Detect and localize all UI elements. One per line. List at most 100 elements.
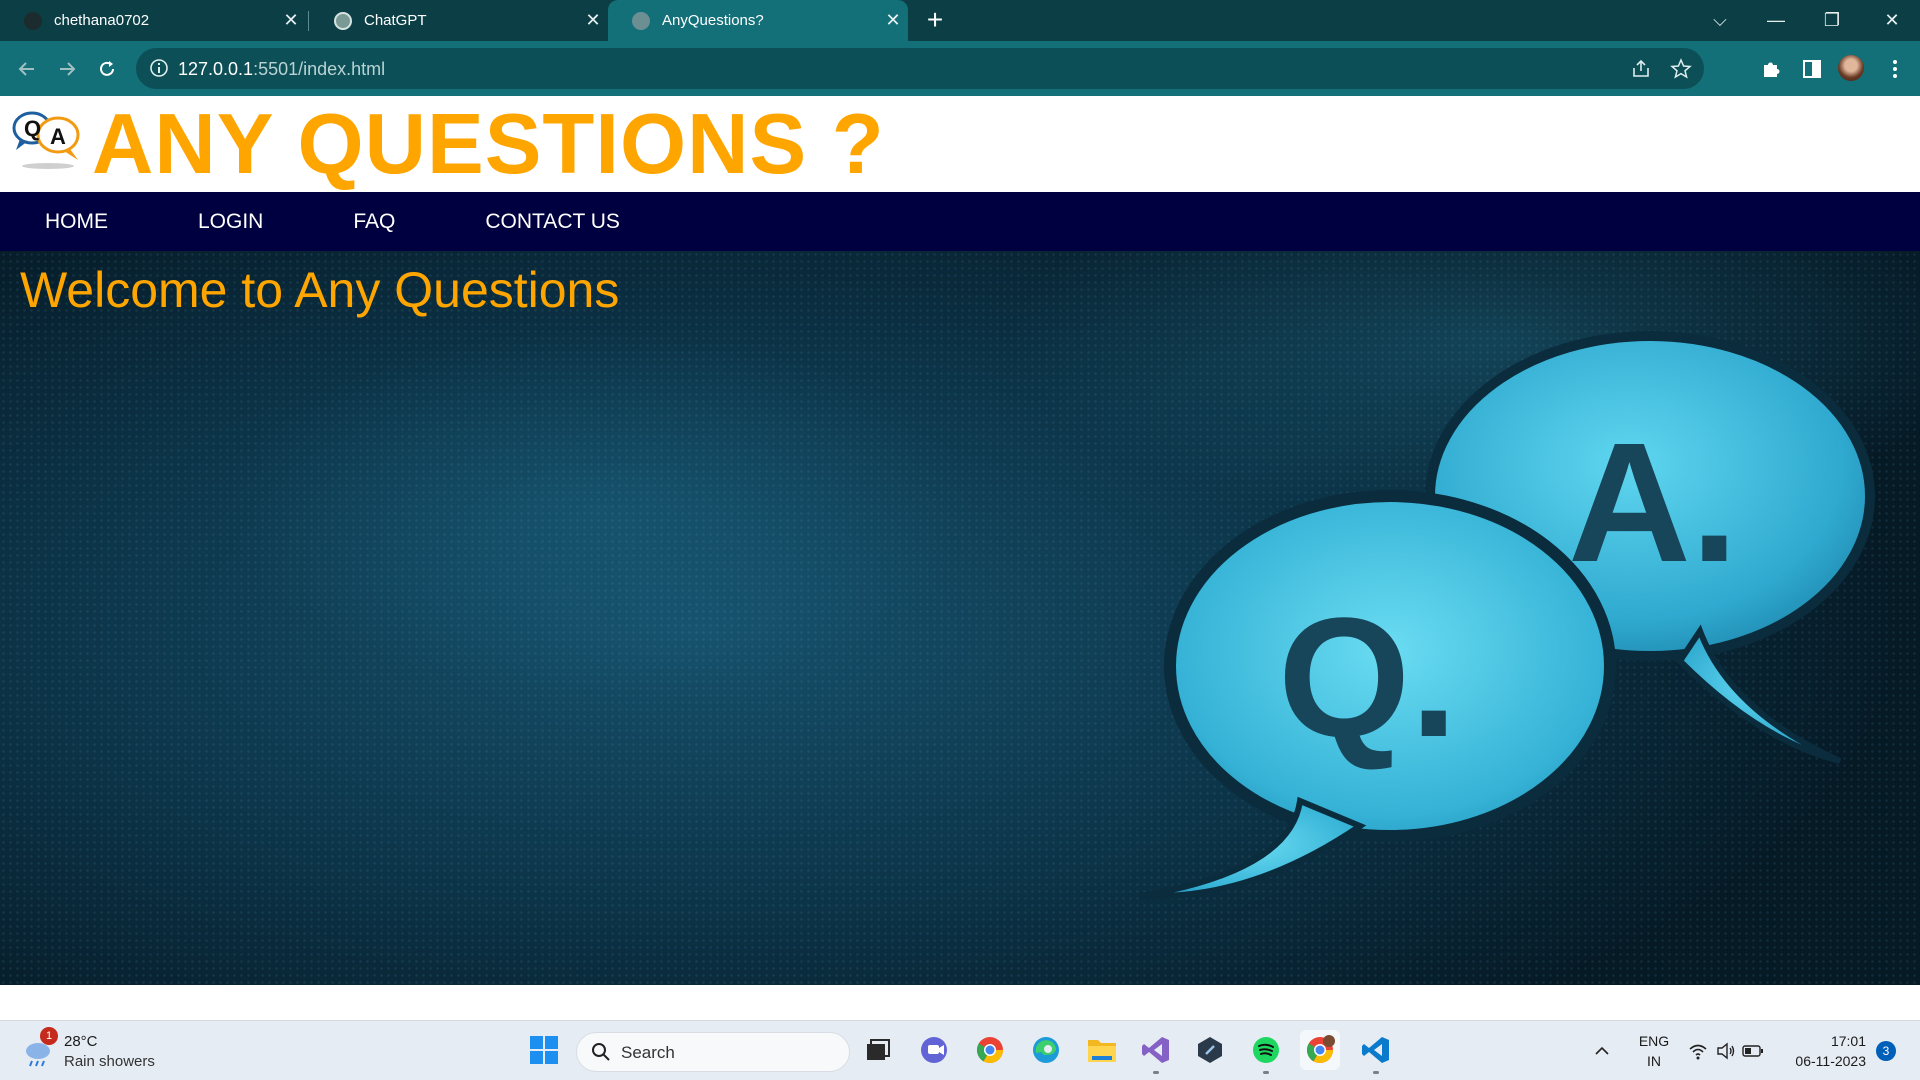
weather-alert-badge: 1 — [40, 1027, 58, 1045]
url-path: :5501/index.html — [253, 59, 386, 79]
profile-avatar[interactable] — [1838, 55, 1864, 81]
search-label: Search — [621, 1043, 675, 1062]
notification-badge[interactable]: 3 — [1876, 1041, 1896, 1061]
spotify-icon — [1253, 1037, 1279, 1063]
nav-login[interactable]: LOGIN — [153, 210, 308, 234]
reload-button[interactable] — [90, 52, 124, 86]
site-title: ANY QUESTIONS ? — [92, 97, 885, 192]
language-code: ENG — [1638, 1033, 1670, 1049]
tab-search-chevron-icon[interactable]: ⌵ — [1692, 0, 1748, 41]
close-icon[interactable]: ✕ — [878, 10, 908, 31]
teams-button[interactable] — [914, 1030, 954, 1070]
page-footer-space — [0, 985, 1920, 1020]
question-letter: Q. — [1278, 583, 1457, 773]
close-icon[interactable]: ✕ — [276, 10, 306, 31]
visual-studio-button[interactable] — [1136, 1030, 1176, 1074]
tab-title: ChatGPT — [364, 12, 427, 29]
browser-tab-strip: chethana0702 ✕ ChatGPT ✕ AnyQuestions? ✕… — [0, 0, 1920, 41]
clock-date: 06-11-2023 — [1795, 1053, 1866, 1069]
region-code: IN — [1647, 1053, 1661, 1069]
clock-time: 17:01 — [1830, 1033, 1866, 1049]
vscode-button[interactable] — [1356, 1030, 1396, 1074]
restore-button[interactable]: ❐ — [1804, 0, 1860, 41]
qa-speech-bubbles-image: A. Q. — [1139, 331, 1875, 900]
chatgpt-icon — [334, 11, 352, 30]
puzzle-icon — [1764, 62, 1780, 77]
github-icon — [24, 11, 42, 30]
language-indicator[interactable]: ENG IN — [1634, 1021, 1674, 1080]
url-host: 127.0.0.1 — [178, 59, 254, 79]
forward-arrow-icon — [60, 62, 76, 76]
wifi-icon — [1689, 1044, 1707, 1060]
nav-home[interactable]: HOME — [0, 210, 153, 234]
nav-contact-us[interactable]: CONTACT US — [440, 210, 665, 234]
new-tab-button[interactable]: + — [918, 5, 952, 37]
close-window-button[interactable]: ✕ — [1864, 0, 1920, 41]
browser-menu-button[interactable] — [1880, 54, 1910, 84]
volume-icon — [1717, 1042, 1735, 1060]
side-panel-button[interactable] — [1797, 54, 1827, 84]
start-button[interactable] — [524, 1030, 564, 1070]
bookmark-star-icon[interactable] — [1670, 58, 1692, 80]
tab-separator — [308, 11, 309, 31]
weather-temperature: 28°C — [64, 1033, 98, 1050]
nav-faq[interactable]: FAQ — [308, 210, 440, 234]
reload-icon — [100, 61, 114, 76]
back-button[interactable] — [10, 52, 44, 86]
tab-anyquestions[interactable]: AnyQuestions? ✕ — [608, 0, 908, 41]
hero-banner: Welcome to Any Questions A. Q. — [0, 251, 1920, 985]
tab-title: chethana0702 — [54, 12, 150, 29]
tab-chatgpt[interactable]: ChatGPT ✕ — [310, 0, 608, 41]
file-explorer-icon — [1088, 1040, 1116, 1062]
task-view-button[interactable] — [858, 1030, 898, 1070]
start-icon — [530, 1036, 558, 1064]
taskbar-clock[interactable]: 17:01 06-11-2023 — [1786, 1031, 1866, 1071]
extensions-button[interactable] — [1756, 54, 1786, 84]
app-icon — [1198, 1037, 1222, 1063]
site-header: Q A ANY QUESTIONS ? — [0, 96, 1920, 192]
share-icon[interactable] — [1630, 58, 1652, 80]
minimize-button[interactable]: — — [1748, 0, 1804, 41]
weather-widget[interactable]: 1 28°C Rain showers — [22, 1027, 162, 1073]
chevron-up-icon — [1595, 1046, 1609, 1055]
qa-logo-icon: Q A — [12, 111, 80, 169]
side-panel-icon — [1803, 60, 1821, 78]
address-bar[interactable]: 127.0.0.1:5501/index.html — [136, 48, 1704, 89]
tab-chethana0702[interactable]: chethana0702 ✕ — [0, 0, 306, 41]
spotify-button[interactable] — [1246, 1030, 1286, 1074]
quick-settings-button[interactable] — [1684, 1021, 1764, 1080]
kebab-menu-icon — [1893, 60, 1897, 78]
answer-letter: A. — [1568, 408, 1738, 598]
site-info-icon[interactable] — [148, 57, 170, 79]
show-hidden-icons-button[interactable] — [1590, 1021, 1614, 1080]
edge-icon — [1033, 1037, 1059, 1063]
battery-icon — [1742, 1045, 1763, 1057]
welcome-heading: Welcome to Any Questions — [20, 262, 620, 318]
taskbar-search[interactable]: Search — [576, 1032, 850, 1072]
globe-icon — [632, 11, 650, 30]
task-view-icon — [867, 1039, 890, 1060]
chrome-profile-button[interactable] — [1300, 1030, 1340, 1070]
file-explorer-button[interactable] — [1082, 1030, 1122, 1070]
site-navbar: HOME LOGIN FAQ CONTACT US — [0, 192, 1920, 251]
url-text: 127.0.0.1:5501/index.html — [178, 59, 385, 80]
logo-a: A — [50, 124, 66, 149]
chrome-profile-icon — [1306, 1035, 1335, 1064]
tab-title: AnyQuestions? — [662, 12, 764, 29]
teams-icon — [921, 1037, 947, 1063]
edge-button[interactable] — [1026, 1030, 1066, 1070]
windows-taskbar: 1 28°C Rain showers Search ENG IN 17:01 … — [0, 1020, 1920, 1080]
back-arrow-icon — [18, 62, 34, 76]
forward-button[interactable] — [50, 52, 84, 86]
weather-condition: Rain showers — [64, 1053, 155, 1070]
close-icon[interactable]: ✕ — [578, 10, 608, 31]
question-bubble: Q. — [1139, 490, 1616, 900]
logo-q: Q — [24, 116, 41, 141]
vscode-icon — [1362, 1037, 1389, 1063]
app-button[interactable] — [1190, 1030, 1230, 1070]
web-page: Q A ANY QUESTIONS ? HOME LOGIN FAQ CONTA… — [0, 96, 1920, 1020]
chrome-button[interactable] — [970, 1030, 1010, 1070]
browser-toolbar: 127.0.0.1:5501/index.html — [0, 41, 1920, 96]
chrome-icon — [976, 1037, 1004, 1064]
search-icon — [592, 1043, 610, 1061]
